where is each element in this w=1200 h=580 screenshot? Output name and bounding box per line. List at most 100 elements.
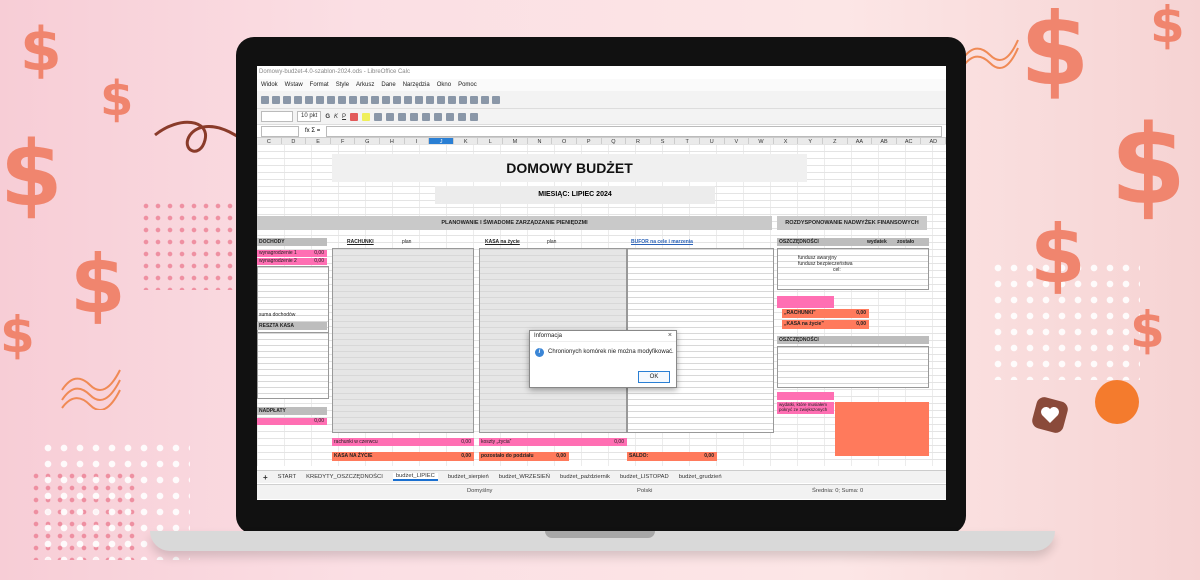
sheet-tab[interactable]: budżet_październik <box>560 474 610 480</box>
rachunki-total-value: 0,00 <box>461 439 471 445</box>
redo-icon[interactable] <box>327 95 335 104</box>
highlight-icon[interactable] <box>362 112 371 121</box>
menu-widok[interactable]: Widok <box>261 79 278 91</box>
oszczednosci-label-2: OSZCZĘDNOŚCI <box>779 337 819 343</box>
sheet-tab[interactable]: budżet_sierpień <box>448 474 489 480</box>
sheet-tab[interactable]: budżet_grudzień <box>679 474 722 480</box>
spellcheck-icon[interactable] <box>349 95 357 104</box>
borders-icon[interactable] <box>458 112 467 121</box>
cel-label: cel: <box>833 267 841 273</box>
font-color-icon[interactable] <box>350 112 359 121</box>
status-language: Polski <box>637 488 653 494</box>
save-icon[interactable] <box>261 95 269 104</box>
chart-icon[interactable] <box>415 95 423 104</box>
close-icon[interactable]: × <box>668 331 672 341</box>
align-right-icon[interactable] <box>398 112 407 121</box>
menu-okno[interactable]: Okno <box>437 79 451 91</box>
copy-icon[interactable] <box>294 95 302 104</box>
split-icon[interactable] <box>492 95 500 104</box>
income-sum-label: suma dochodów <box>259 312 296 318</box>
menu-style[interactable]: Style <box>336 79 349 91</box>
status-style: Domyślny <box>467 488 493 494</box>
leftover-table[interactable] <box>257 332 329 399</box>
income-label: wynagrodzenie 1 <box>259 250 297 256</box>
autofilter-icon[interactable] <box>393 95 401 104</box>
image-icon[interactable] <box>404 95 412 104</box>
dollar-icon: $ <box>1030 208 1086 301</box>
sheet-tab[interactable]: budżet_LIPIEC <box>392 473 438 481</box>
orange-circle <box>1095 380 1139 424</box>
spreadsheet-grid[interactable]: DOMOWY BUDŻET MIESIĄC: LIPIEC 2024 PLANO… <box>257 144 946 466</box>
kasa-left-row: „KASA na życie” 0,00 <box>782 320 869 329</box>
wrap-icon[interactable] <box>410 112 419 121</box>
bold-button[interactable]: G <box>325 114 330 120</box>
align-left-icon[interactable] <box>374 112 383 121</box>
rachunki-left-value: 0,00 <box>856 310 866 316</box>
rachunki-left-row: „RACHUNKI” 0,00 <box>782 309 869 318</box>
function-icons[interactable]: fx Σ = <box>305 128 320 134</box>
menu-pomoc[interactable]: Pomoc <box>458 79 477 91</box>
ok-button[interactable]: OK <box>638 371 670 383</box>
dollar-icon: $ <box>1110 101 1187 229</box>
currency-icon[interactable] <box>434 112 443 121</box>
oszczednosci-label: OSZCZĘDNOŚCI <box>779 239 819 245</box>
menu-format[interactable]: Format <box>310 79 329 91</box>
menu-dane[interactable]: Dane <box>381 79 395 91</box>
link-icon[interactable] <box>448 95 456 104</box>
menu-arkusz[interactable]: Arkusz <box>356 79 374 91</box>
rachunki-table[interactable] <box>332 248 474 433</box>
special-char-icon[interactable] <box>437 95 445 104</box>
dollar-icon: $ <box>1150 0 1185 54</box>
sheet-tab[interactable]: budżet_WRZESIEŃ <box>499 474 550 480</box>
dollar-icon: $ <box>1130 301 1165 359</box>
italic-button[interactable]: K <box>334 114 338 120</box>
rachunki-total-row: rachunki w czerwcu 0,00 <box>332 438 474 446</box>
income-row: wynagrodzenie 2 0,00 <box>257 258 327 265</box>
koszty-row: koszty „życia” 0,00 <box>479 438 627 446</box>
border-color-icon[interactable] <box>470 112 479 121</box>
underline-button[interactable]: P <box>342 114 346 120</box>
rozliczenie-block[interactable] <box>835 402 929 456</box>
name-box[interactable] <box>261 125 299 137</box>
sort-icon[interactable] <box>382 95 390 104</box>
undo-icon[interactable] <box>316 95 324 104</box>
oszczednosci-table[interactable]: fundusz awaryjny fundusz bezpieczeństwa … <box>777 248 929 290</box>
sheet-tab[interactable]: START <box>278 474 296 480</box>
dialog-title: Informacja <box>530 331 676 342</box>
paste-icon[interactable] <box>305 95 313 104</box>
percent-icon[interactable] <box>446 112 455 121</box>
add-sheet-icon[interactable]: + <box>263 473 268 482</box>
plan-header: PLANOWANIE I ŚWIADOME ZARZĄDZANIE PIENIĘ… <box>257 216 772 230</box>
info-icon: i <box>535 348 544 357</box>
dollar-icon: $ <box>1020 0 1090 108</box>
plan-col-header: plan <box>547 239 557 245</box>
dollar-icon: $ <box>20 15 62 85</box>
sheet-tab[interactable]: KREDYTY_OSZCZĘDNOŚCI <box>306 474 383 480</box>
pozostalo-label: pozostało do podziału <box>481 453 534 459</box>
fundusz-bezp-label: fundusz bezpieczeństwa <box>798 261 853 267</box>
pivot-icon[interactable] <box>426 95 434 104</box>
merge-icon[interactable] <box>422 112 431 121</box>
menu-wstaw[interactable]: Wstaw <box>285 79 303 91</box>
dollar-icon: $ <box>0 306 35 364</box>
info-dialog: Informacja × i Chronionych komórek nie m… <box>529 330 677 388</box>
comment-icon[interactable] <box>459 95 467 104</box>
row-icon[interactable] <box>360 95 368 104</box>
freeze-icon[interactable] <box>481 95 489 104</box>
menu-narzedzia[interactable]: Narzędzia <box>403 79 430 91</box>
cut-icon[interactable] <box>283 95 291 104</box>
sheet-tab[interactable]: budżet_LISTOPAD <box>620 474 669 480</box>
rachunki-header: RACHUNKI <box>347 239 374 245</box>
pozostalo-value: 0,00 <box>556 453 566 459</box>
font-size-select[interactable]: 10 pkt <box>297 111 322 122</box>
find-icon[interactable] <box>338 95 346 104</box>
print-icon[interactable] <box>272 95 280 104</box>
header-footer-icon[interactable] <box>470 95 478 104</box>
font-name-select[interactable] <box>261 111 293 122</box>
oszczednosci-table-2[interactable] <box>777 346 929 388</box>
kasa-na-zycie-value: 0,00 <box>461 453 471 459</box>
formula-input[interactable] <box>326 125 942 137</box>
column-icon[interactable] <box>371 95 379 104</box>
align-center-icon[interactable] <box>386 112 395 121</box>
rachunki-left-label: „RACHUNKI” <box>784 310 816 316</box>
